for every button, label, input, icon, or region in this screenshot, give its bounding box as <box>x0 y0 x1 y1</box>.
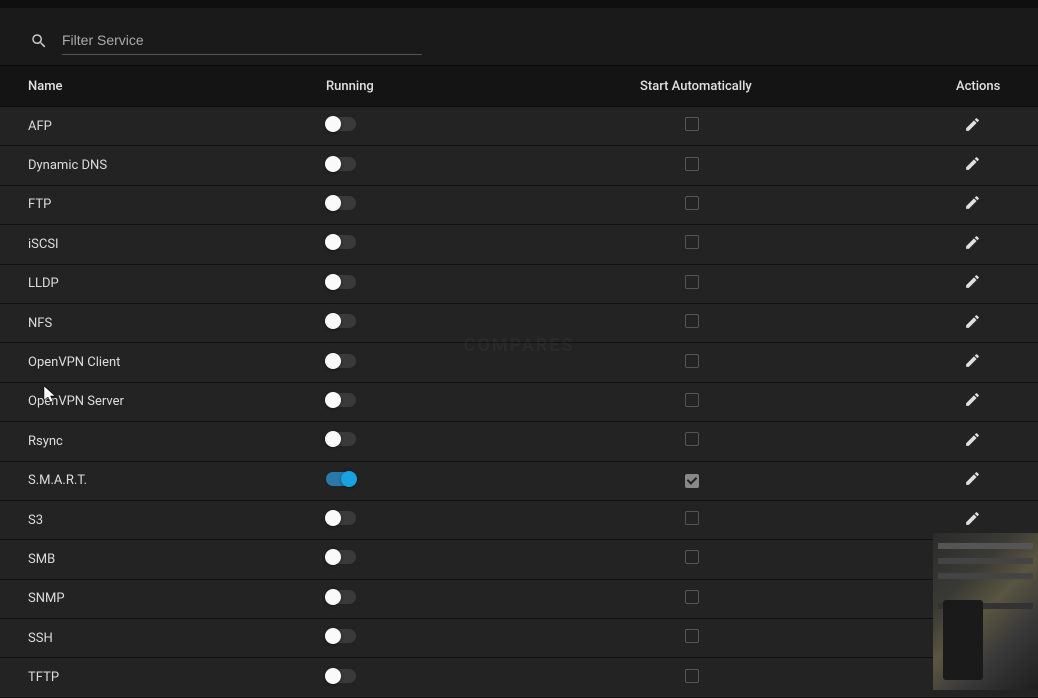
column-header-start-automatically: Start Automatically <box>640 79 956 94</box>
table-row: Dynamic DNS <box>0 146 1038 185</box>
service-name: AFP <box>0 119 326 134</box>
table-row: iSCSI <box>0 225 1038 264</box>
edit-icon[interactable] <box>964 313 981 330</box>
start-automatically-checkbox[interactable] <box>685 590 699 604</box>
service-name: FTP <box>0 197 326 212</box>
table-row: SSH <box>0 619 1038 658</box>
running-toggle[interactable] <box>326 550 356 564</box>
table-header: Name Running Start Automatically Actions <box>0 65 1038 107</box>
running-toggle[interactable] <box>326 275 356 289</box>
start-automatically-checkbox[interactable] <box>685 275 699 289</box>
table-row: NFS <box>0 304 1038 343</box>
table-row: Rsync <box>0 422 1038 461</box>
start-automatically-checkbox[interactable] <box>685 196 699 210</box>
edit-icon[interactable] <box>964 273 981 290</box>
edit-icon[interactable] <box>964 155 981 172</box>
start-automatically-checkbox[interactable] <box>685 474 699 488</box>
running-toggle[interactable] <box>326 196 356 210</box>
start-automatically-checkbox[interactable] <box>685 432 699 446</box>
service-name: S3 <box>0 513 326 528</box>
table-row: S.M.A.R.T. <box>0 462 1038 501</box>
service-name: iSCSI <box>0 237 326 252</box>
running-toggle[interactable] <box>326 669 356 683</box>
start-automatically-checkbox[interactable] <box>685 511 699 525</box>
running-toggle[interactable] <box>326 472 356 486</box>
edit-icon[interactable] <box>964 391 981 408</box>
start-automatically-checkbox[interactable] <box>685 157 699 171</box>
table-row: OpenVPN Server <box>0 383 1038 422</box>
start-automatically-checkbox[interactable] <box>685 393 699 407</box>
column-header-name: Name <box>0 79 326 94</box>
edit-icon[interactable] <box>964 352 981 369</box>
table-row: S3 <box>0 501 1038 540</box>
start-automatically-checkbox[interactable] <box>685 669 699 683</box>
running-toggle[interactable] <box>326 157 356 171</box>
video-thumbnail-overlay <box>933 533 1038 690</box>
running-toggle[interactable] <box>326 354 356 368</box>
running-toggle[interactable] <box>326 314 356 328</box>
running-toggle[interactable] <box>326 511 356 525</box>
start-automatically-checkbox[interactable] <box>685 550 699 564</box>
service-name: Dynamic DNS <box>0 158 326 173</box>
service-name: LLDP <box>0 276 326 291</box>
services-table-body: AFP Dynamic DNS FTP iSCSI LLDP NFS OpenVPN Cli… <box>0 107 1038 698</box>
running-toggle[interactable] <box>326 235 356 249</box>
service-name: SNMP <box>0 591 326 606</box>
edit-icon[interactable] <box>964 234 981 251</box>
search-icon <box>30 32 48 50</box>
edit-icon[interactable] <box>964 510 981 527</box>
table-row: LLDP <box>0 265 1038 304</box>
service-name: NFS <box>0 316 326 331</box>
service-name: OpenVPN Client <box>0 355 326 370</box>
table-row: AFP <box>0 107 1038 146</box>
search-bar <box>0 8 1038 65</box>
column-header-running: Running <box>326 79 640 94</box>
service-name: SMB <box>0 552 326 567</box>
edit-icon[interactable] <box>964 431 981 448</box>
running-toggle[interactable] <box>326 629 356 643</box>
table-row: FTP <box>0 186 1038 225</box>
table-row: TFTP <box>0 658 1038 697</box>
edit-icon[interactable] <box>964 194 981 211</box>
start-automatically-checkbox[interactable] <box>685 354 699 368</box>
start-automatically-checkbox[interactable] <box>685 314 699 328</box>
service-name: Rsync <box>0 434 326 449</box>
column-header-actions: Actions <box>956 79 1038 94</box>
start-automatically-checkbox[interactable] <box>685 117 699 131</box>
edit-icon[interactable] <box>964 116 981 133</box>
running-toggle[interactable] <box>326 393 356 407</box>
filter-service-input[interactable] <box>62 26 422 55</box>
running-toggle[interactable] <box>326 117 356 131</box>
table-row: SNMP <box>0 580 1038 619</box>
edit-icon[interactable] <box>964 470 981 487</box>
start-automatically-checkbox[interactable] <box>685 235 699 249</box>
table-row: OpenVPN Client <box>0 343 1038 382</box>
service-name: TFTP <box>0 670 326 685</box>
service-name: S.M.A.R.T. <box>0 473 326 488</box>
start-automatically-checkbox[interactable] <box>685 629 699 643</box>
service-name: SSH <box>0 631 326 646</box>
running-toggle[interactable] <box>326 432 356 446</box>
running-toggle[interactable] <box>326 590 356 604</box>
table-row: SMB <box>0 540 1038 579</box>
